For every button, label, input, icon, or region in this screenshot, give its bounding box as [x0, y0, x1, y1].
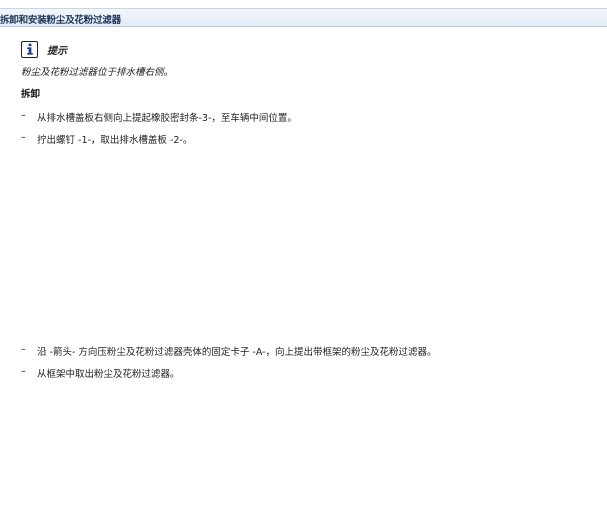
list-item-text: 从排水槽盖板右侧向上提起橡胶密封条-3-，至车辆中间位置。 [37, 113, 297, 124]
list-item: – 拧出螺钉 -1-，取出排水槽盖板 -2-。 [21, 132, 192, 146]
list-item-text: 沿 -箭头- 方向压粉尘及花粉过滤器壳体的固定卡子 -A-，向上提出带框架的粉尘… [37, 347, 437, 358]
list-item: – 从排水槽盖板右侧向上提起橡胶密封条-3-，至车辆中间位置。 [21, 110, 297, 124]
note-header: 提示 [21, 40, 67, 58]
list-bullet: – [21, 344, 26, 355]
section-heading-removal: 拆卸 [21, 89, 41, 100]
note-text: 粉尘及花粉过滤器位于排水槽右侧。 [21, 67, 174, 78]
list-bullet: – [21, 110, 26, 121]
list-item-text: 拧出螺钉 -1-，取出排水槽盖板 -2-。 [37, 135, 193, 146]
list-item: – 沿 -箭头- 方向压粉尘及花粉过滤器壳体的固定卡子 -A-，向上提出带框架的… [21, 344, 437, 358]
list-bullet: – [21, 366, 26, 377]
page-title: 拆卸和安装粉尘及花粉过滤器 [0, 15, 121, 26]
list-item: – 从框架中取出粉尘及花粉过滤器。 [21, 366, 180, 380]
list-bullet: – [21, 132, 26, 143]
list-item-text: 从框架中取出粉尘及花粉过滤器。 [37, 369, 180, 380]
document-page: 拆卸和安装粉尘及花粉过滤器 提示 粉尘及花粉过滤器位于排水槽右侧。 拆卸 – 从… [0, 0, 607, 518]
title-bar: 拆卸和安装粉尘及花粉过滤器 [0, 8, 607, 27]
info-icon [21, 40, 38, 58]
note-label: 提示 [47, 45, 67, 57]
